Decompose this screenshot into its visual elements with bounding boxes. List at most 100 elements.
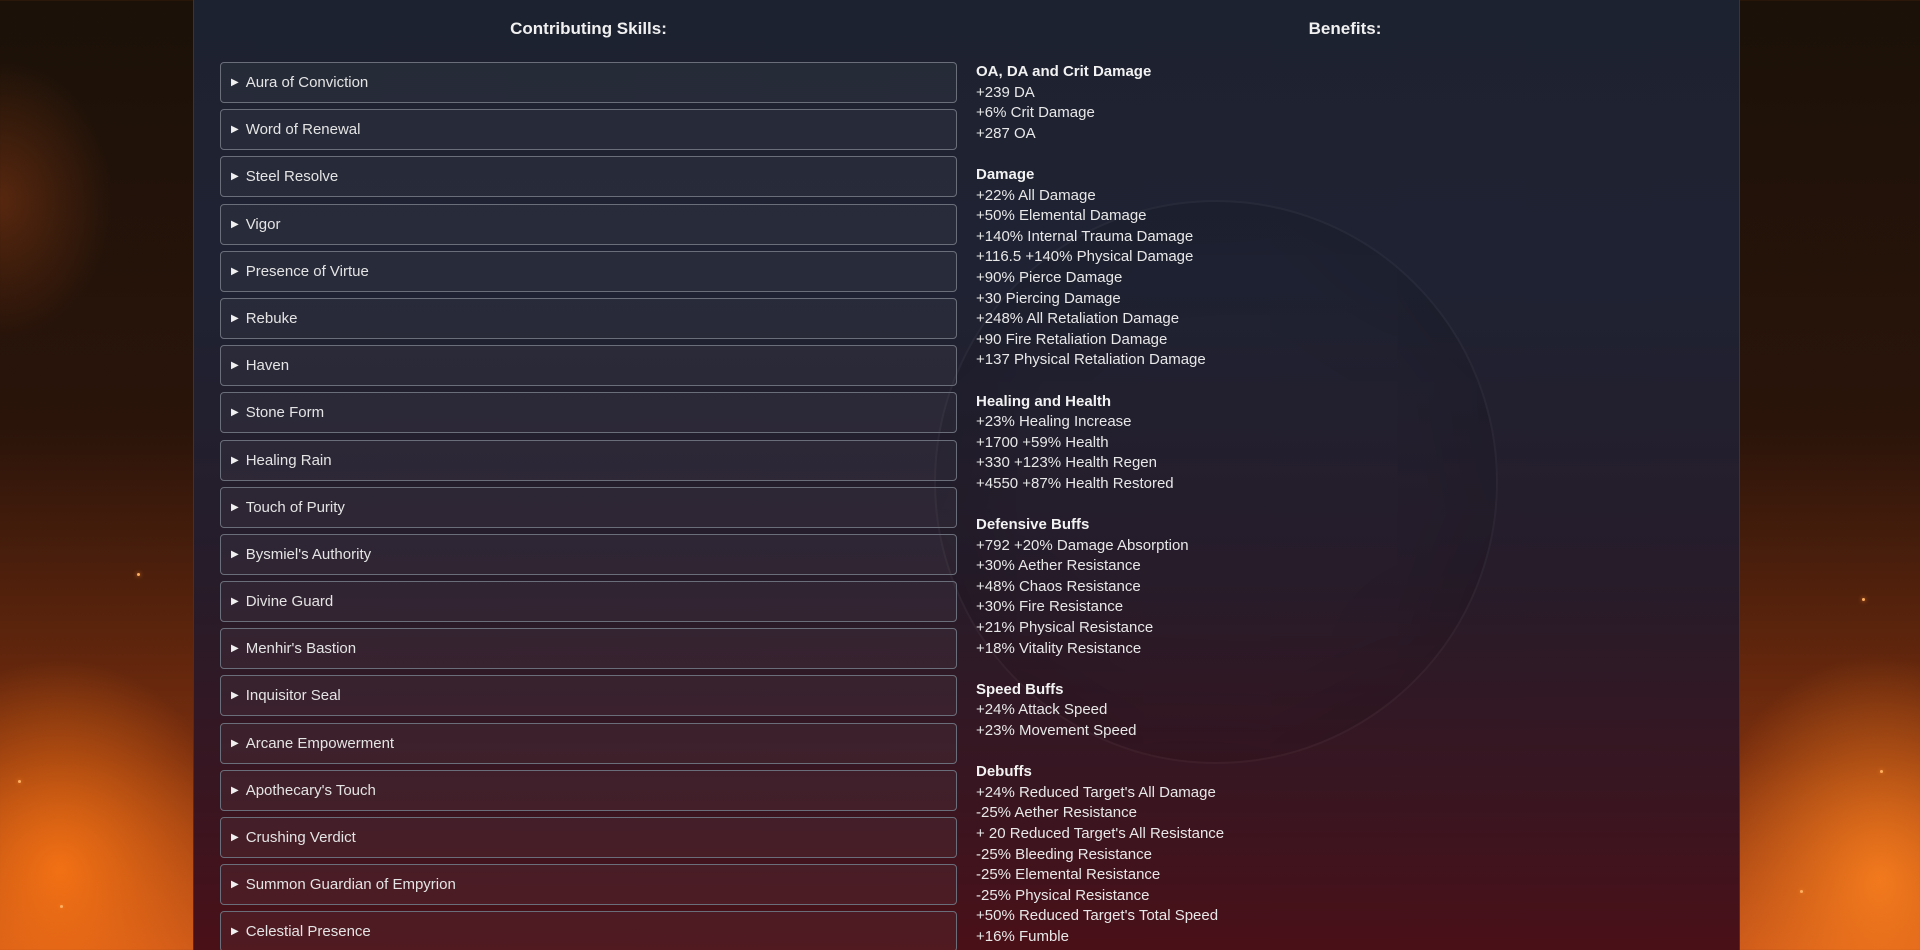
skills-list: ▶ Aura of Conviction ▶ Word of Renewal ▶ Stee… — [220, 62, 957, 950]
skill-item[interactable]: ▶ Celestial Presence — [220, 911, 957, 950]
expand-caret-icon: ▶ — [231, 454, 239, 466]
benefit-group: Speed Buffs +24% Attack Speed +23% Movemen… — [976, 680, 1716, 742]
benefit-line: +4550 +87% Health Restored — [976, 474, 1174, 492]
benefit-line: +287 OA — [976, 124, 1036, 142]
skill-label: Menhir's Bastion — [245, 640, 357, 658]
skill-label: Vigor — [245, 215, 281, 233]
expand-caret-icon: ▶ — [231, 879, 239, 891]
benefit-line: -25% Elemental Resistance — [976, 866, 1161, 884]
ember-decoration — [1862, 598, 1865, 601]
expand-caret-icon: ▶ — [231, 265, 239, 277]
benefit-line: +24% Reduced Target's All Damage — [976, 783, 1216, 801]
benefit-line: +1700 +59% Health — [976, 433, 1109, 451]
expand-caret-icon: ▶ — [231, 926, 239, 938]
skill-item[interactable]: ▶ Word of Renewal — [220, 109, 957, 151]
expand-caret-icon: ▶ — [231, 360, 239, 372]
benefit-line: +116.5 +140% Physical Damage — [976, 248, 1194, 266]
benefit-line: +23% Healing Increase — [976, 413, 1132, 431]
benefit-line: +140% Internal Trauma Damage — [976, 227, 1194, 245]
skill-label: Celestial Presence — [245, 923, 371, 941]
skill-label: Arcane Empowerment — [245, 734, 395, 752]
benefit-line: +24% Attack Speed — [976, 701, 1108, 719]
skill-item[interactable]: ▶ Menhir's Bastion — [220, 628, 957, 670]
benefit-line: +248% All Retaliation Damage — [976, 310, 1180, 328]
skill-item[interactable]: ▶ Inquisitor Seal — [220, 675, 957, 717]
skill-label: Summon Guardian of Empyrion — [245, 876, 456, 894]
skill-item[interactable]: ▶ Divine Guard — [220, 581, 957, 623]
benefit-group-title: Damage — [976, 165, 1035, 183]
skill-label: Rebuke — [245, 309, 298, 327]
benefit-group-title: Debuffs — [976, 763, 1032, 781]
skill-item[interactable]: ▶ Apothecary's Touch — [220, 769, 957, 811]
skill-label: Healing Rain — [245, 451, 332, 469]
expand-caret-icon: ▶ — [231, 832, 239, 843]
benefit-line: +90% Pierce Damage — [976, 268, 1123, 286]
benefit-line: + 20 Reduced Target's All Resistance — [976, 824, 1225, 842]
benefit-group: Damage +22% All Damage +50% Elemental Dama… — [976, 165, 1716, 371]
skill-item[interactable]: ▶ Aura of Conviction — [220, 62, 957, 103]
benefit-line: +6% Crit Damage — [976, 104, 1095, 122]
skill-label: Touch of Purity — [245, 498, 345, 516]
skill-label: Apothecary's Touch — [245, 781, 376, 799]
skill-label: Steel Resolve — [245, 168, 339, 186]
expand-caret-icon: ▶ — [231, 407, 239, 419]
benefit-line: +330 +123% Health Regen — [976, 454, 1157, 472]
expand-caret-icon: ▶ — [231, 690, 239, 702]
skill-label: Inquisitor Seal — [245, 687, 341, 705]
skill-label: Bysmiel's Authority — [245, 545, 372, 563]
ember-decoration — [1880, 770, 1883, 773]
skill-item[interactable]: ▶ Crushing Verdict — [220, 817, 957, 858]
ember-decoration — [1800, 890, 1803, 893]
skill-item[interactable]: ▶ Stone Form — [220, 392, 957, 434]
skill-item[interactable]: ▶ Arcane Empowerment — [220, 722, 957, 764]
benefit-group: Defensive Buffs +792 +20% Damage Absorpti… — [976, 515, 1716, 659]
expand-caret-icon: ▶ — [231, 218, 239, 230]
ember-decoration — [18, 780, 21, 783]
expand-caret-icon: ▶ — [231, 643, 239, 655]
benefit-line: -25% Bleeding Resistance — [976, 845, 1152, 863]
benefit-line: +239 DA — [976, 83, 1035, 101]
skill-item[interactable]: ▶ Vigor — [220, 203, 957, 245]
skill-label: Divine Guard — [245, 593, 334, 611]
benefit-line: +792 +20% Damage Absorption — [976, 536, 1189, 554]
ember-decoration — [60, 905, 63, 908]
benefit-line: +30 Piercing Damage — [976, 289, 1121, 307]
benefit-line: -25% Aether Resistance — [976, 804, 1137, 822]
expand-caret-icon: ▶ — [231, 596, 239, 608]
expand-caret-icon: ▶ — [231, 124, 239, 136]
skill-item[interactable]: ▶ Bysmiel's Authority — [220, 533, 957, 575]
benefit-line: +30% Aether Resistance — [976, 557, 1141, 575]
benefit-line: +50% Reduced Target's Total Speed — [976, 907, 1219, 925]
skill-label: Haven — [245, 357, 290, 375]
benefits-heading: Benefits: — [1308, 19, 1382, 38]
contributing-skills-heading: Contributing Skills: — [510, 19, 667, 38]
benefit-line: +90 Fire Retaliation Damage — [976, 330, 1168, 348]
skill-label: Word of Renewal — [245, 121, 361, 139]
ember-decoration — [137, 573, 140, 576]
benefit-group-title: Defensive Buffs — [976, 516, 1090, 534]
benefit-group: Debuffs +24% Reduced Target's All Damage -… — [976, 762, 1716, 947]
expand-caret-icon: ▶ — [231, 501, 239, 513]
skill-item[interactable]: ▶ Touch of Purity — [220, 486, 957, 528]
expand-caret-icon: ▶ — [231, 737, 239, 749]
benefit-group: OA, DA and Crit Damage +239 DA +6% Crit Da… — [976, 62, 1716, 144]
benefit-line: +48% Chaos Resistance — [976, 577, 1141, 595]
benefit-group-title: Speed Buffs — [976, 680, 1064, 698]
benefit-line: +18% Vitality Resistance — [976, 639, 1142, 657]
skill-item[interactable]: ▶ Presence of Virtue — [220, 250, 957, 292]
expand-caret-icon: ▶ — [231, 548, 239, 560]
expand-caret-icon: ▶ — [231, 171, 239, 183]
benefit-line: +22% All Damage — [976, 186, 1096, 204]
skill-item[interactable]: ▶ Steel Resolve — [220, 156, 957, 198]
skill-item[interactable]: ▶ Haven — [220, 345, 957, 387]
skill-item[interactable]: ▶ Summon Guardian of Empyrion — [220, 864, 957, 906]
benefit-line: +16% Fumble — [976, 927, 1069, 945]
benefit-line: +50% Elemental Damage — [976, 207, 1147, 225]
skill-item[interactable]: ▶ Rebuke — [220, 297, 957, 339]
expand-caret-icon: ▶ — [231, 784, 239, 796]
skill-label: Aura of Conviction — [245, 74, 369, 91]
skill-item[interactable]: ▶ Healing Rain — [220, 439, 957, 481]
benefit-line: +30% Fire Resistance — [976, 598, 1124, 616]
skill-label: Presence of Virtue — [245, 262, 369, 280]
skill-label: Stone Form — [245, 404, 325, 422]
